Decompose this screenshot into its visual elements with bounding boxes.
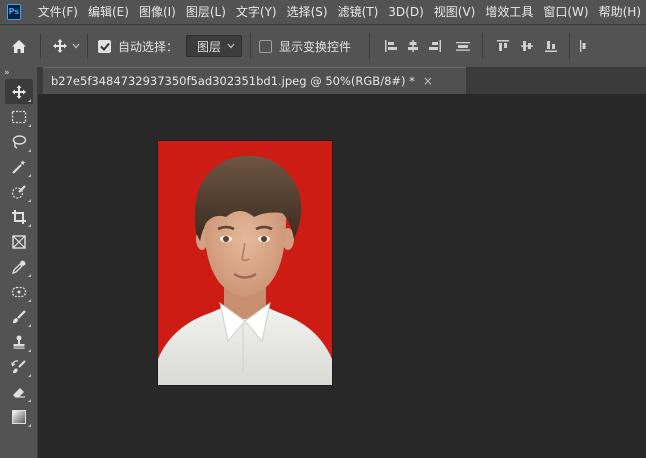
- tools-panel: »: [0, 67, 38, 458]
- align-top-edges-icon[interactable]: [491, 39, 515, 53]
- divider: [482, 33, 484, 59]
- menu-bar: Ps 文件(F) 编辑(E) 图像(I) 图层(L) 文字(Y) 选择(S) 滤…: [0, 0, 646, 24]
- divider: [369, 33, 371, 59]
- document-tab-title: b27e5f3484732937350f5ad302351bd1.jpeg @ …: [51, 74, 415, 88]
- auto-select-checkbox[interactable]: [98, 39, 111, 53]
- quick-selection-tool-icon[interactable]: [5, 179, 33, 204]
- menu-type[interactable]: 文字(Y): [231, 0, 282, 24]
- move-arrows-icon: [53, 39, 67, 53]
- divider: [87, 33, 88, 59]
- spot-healing-tool-icon[interactable]: [5, 279, 33, 304]
- crop-tool-icon[interactable]: [5, 204, 33, 229]
- align-vertical-centers-icon[interactable]: [515, 39, 539, 53]
- move-tool-preset-picker[interactable]: [49, 38, 83, 54]
- frame-tool-icon[interactable]: [5, 229, 33, 254]
- menu-image[interactable]: 图像(I): [134, 0, 181, 24]
- move-tool-icon[interactable]: [5, 79, 33, 104]
- menu-filter[interactable]: 滤镜(T): [333, 0, 384, 24]
- collapse-panel-icon[interactable]: »: [0, 67, 37, 79]
- menu-3d[interactable]: 3D(D): [383, 0, 428, 24]
- distribute-vertical-icon[interactable]: [446, 39, 480, 53]
- clone-stamp-tool-icon[interactable]: [5, 329, 33, 354]
- rectangular-marquee-tool-icon[interactable]: [5, 104, 33, 129]
- divider: [250, 33, 252, 59]
- eyedropper-tool-icon[interactable]: [5, 254, 33, 279]
- document-tab-strip: b27e5f3484732937350f5ad302351bd1.jpeg @ …: [38, 67, 646, 94]
- distribute-left-icon[interactable]: [576, 39, 590, 53]
- menu-select[interactable]: 选择(S): [282, 0, 333, 24]
- eraser-tool-icon[interactable]: [5, 379, 33, 404]
- show-transform-controls-label: 显示变换控件: [279, 39, 352, 54]
- magic-wand-tool-icon[interactable]: [5, 154, 33, 179]
- brush-tool-icon[interactable]: [5, 304, 33, 329]
- auto-select-target-value: 图层: [197, 39, 222, 54]
- align-bottom-edges-icon[interactable]: [539, 39, 563, 53]
- close-icon[interactable]: ×: [423, 74, 433, 88]
- menu-help[interactable]: 帮助(H): [594, 0, 646, 24]
- divider: [40, 33, 41, 59]
- options-bar: 自动选择： 图层 显示变换控件: [0, 24, 646, 67]
- canvas-area[interactable]: [38, 94, 646, 458]
- menu-layer[interactable]: 图层(L): [181, 0, 231, 24]
- chevron-down-icon: [72, 43, 80, 49]
- lasso-tool-icon[interactable]: [5, 129, 33, 154]
- align-right-edges-icon[interactable]: [424, 39, 446, 53]
- checkmark-icon: [99, 42, 110, 51]
- home-icon[interactable]: [0, 39, 38, 54]
- divider: [569, 33, 571, 59]
- menu-view[interactable]: 视图(V): [429, 0, 481, 24]
- auto-select-target-dropdown[interactable]: 图层: [186, 35, 243, 57]
- document-image[interactable]: [158, 141, 332, 385]
- menu-plugins[interactable]: 增效工具: [480, 0, 538, 24]
- menu-window[interactable]: 窗口(W): [538, 0, 593, 24]
- photoshop-logo-icon[interactable]: Ps: [7, 4, 21, 20]
- align-horizontal-centers-icon[interactable]: [402, 39, 424, 53]
- show-transform-controls-checkbox[interactable]: [259, 39, 273, 53]
- portrait-photo: [158, 141, 332, 385]
- chevron-down-icon: [227, 43, 235, 49]
- menu-edit[interactable]: 编辑(E): [83, 0, 134, 24]
- menu-file[interactable]: 文件(F): [33, 0, 83, 24]
- auto-select-label: 自动选择：: [118, 39, 179, 54]
- gradient-tool-icon[interactable]: [5, 404, 33, 429]
- history-brush-tool-icon[interactable]: [5, 354, 33, 379]
- align-left-edges-icon[interactable]: [380, 39, 402, 53]
- document-tab[interactable]: b27e5f3484732937350f5ad302351bd1.jpeg @ …: [43, 67, 466, 94]
